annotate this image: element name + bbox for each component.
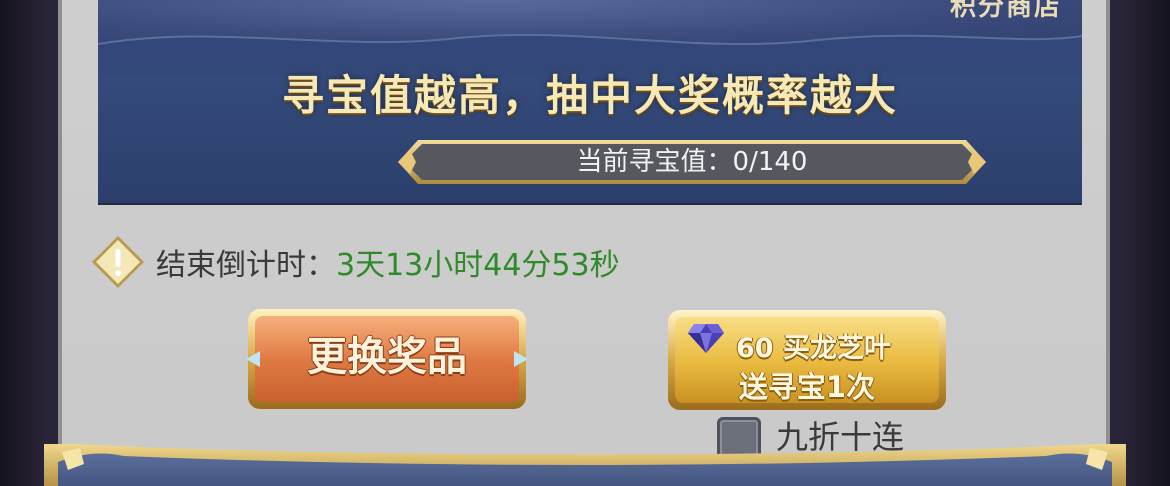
change-prize-button-label: 更换奖品 [307, 333, 467, 380]
treasure-banner: 积分商店 寻宝值越高，抽中大奖概率越大 当前寻宝值：0/140 [98, 0, 1082, 205]
countdown-label: 结束倒计时： [156, 248, 336, 283]
bottom-panel-frame [44, 444, 1126, 486]
diamond-gem-icon [688, 324, 724, 353]
change-prize-button[interactable]: 更换奖品 [246, 307, 528, 411]
banner-wave-decoration [98, 33, 1082, 64]
game-screen: 积分商店 寻宝值越高，抽中大奖概率越大 当前寻宝值：0/140 结束倒计时： 3… [0, 0, 1170, 486]
treasure-value-text: 当前寻宝值：0/140 [576, 147, 808, 177]
points-shop-label[interactable]: 积分商店 [950, 0, 1062, 23]
buy-treasure-bonus: 送寻宝1次 [738, 370, 876, 404]
banner-headline: 寻宝值越高，抽中大奖概率越大 [281, 71, 898, 120]
countdown-row: 结束倒计时： 3天13小时44分53秒 [90, 232, 620, 292]
warning-diamond-icon [92, 236, 144, 288]
treasure-value-bar: 当前寻宝值：0/140 [396, 137, 988, 187]
countdown-value: 3天13小时44分53秒 [336, 248, 620, 283]
buy-treasure-price: 60 买龙芝叶 [736, 333, 891, 364]
